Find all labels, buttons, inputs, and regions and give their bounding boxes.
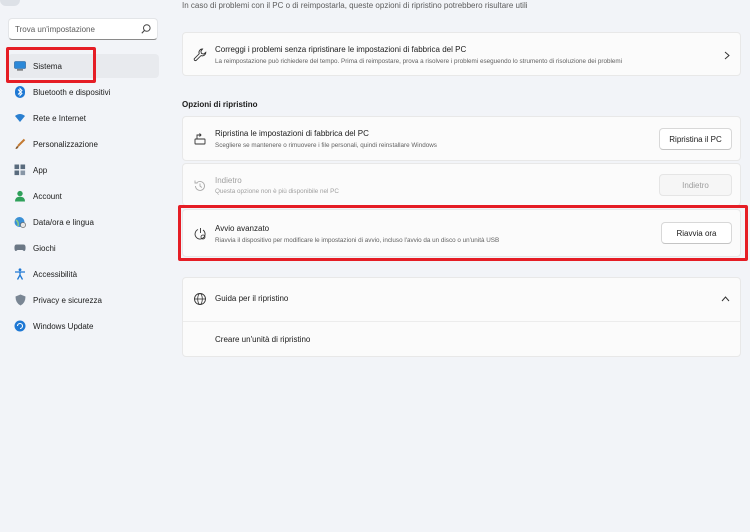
accessibility-icon (14, 268, 26, 280)
sidebar-item-label: Rete e Internet (33, 113, 86, 123)
fix-card-title: Correggi i problemi senza ripristinare l… (215, 45, 467, 54)
shield-icon (14, 294, 26, 306)
sidebar-item-bluetooth[interactable]: Bluetooth e dispositivi (8, 80, 159, 104)
help-card-title: Guida per il ripristino (215, 294, 289, 303)
help-card-header[interactable]: Guida per il ripristino (183, 278, 740, 321)
search-icon[interactable] (140, 23, 152, 35)
recovery-help-card: Guida per il ripristino Creare un'unità … (182, 277, 741, 357)
reset-card-title: Ripristina le impostazioni di fabbrica d… (215, 129, 369, 138)
sidebar-item-label: Privacy e sicurezza (33, 295, 102, 305)
go-back-card: Indietro Questa opzione non è più dispon… (182, 163, 741, 206)
avatar (0, 0, 20, 6)
sidebar-item-personalizzazione[interactable]: Personalizzazione (8, 132, 159, 156)
sidebar-item-label: Data/ora e lingua (33, 217, 94, 227)
search-box[interactable] (8, 18, 158, 40)
sidebar-nav: Sistema Bluetooth e dispositivi Rete e I… (8, 54, 159, 340)
sidebar-item-data-ora[interactable]: Data/ora e lingua (8, 210, 159, 234)
sidebar-item-rete[interactable]: Rete e Internet (8, 106, 159, 130)
reset-card-desc: Scegliere se mantenere o rimuovere i fil… (215, 142, 437, 149)
sidebar-item-accessibilita[interactable]: Accessibilità (8, 262, 159, 286)
divider (183, 321, 740, 322)
chevron-right-icon[interactable] (724, 51, 730, 60)
back-button[interactable]: Indietro (659, 174, 732, 196)
reset-pc-card: Ripristina le impostazioni di fabbrica d… (182, 116, 741, 161)
wrench-icon (193, 48, 207, 62)
apps-icon (14, 164, 26, 176)
account-icon (14, 190, 26, 202)
highlight-avvio-avanzato (178, 205, 748, 261)
globe-icon (194, 293, 206, 305)
fix-problems-card[interactable]: Correggi i problemi senza ripristinare l… (182, 32, 741, 76)
sidebar-item-privacy[interactable]: Privacy e sicurezza (8, 288, 159, 312)
create-recovery-drive-link[interactable]: Creare un'unità di ripristino (215, 335, 310, 344)
sidebar-item-label: Windows Update (33, 321, 94, 331)
back-card-desc: Questa opzione non è più disponibile nel… (215, 188, 339, 195)
highlight-sistema (6, 47, 96, 83)
sidebar-item-label: App (33, 165, 48, 175)
update-icon (14, 320, 26, 332)
sidebar-item-app[interactable]: App (8, 158, 159, 182)
history-icon (194, 180, 205, 191)
sidebar-item-account[interactable]: Account (8, 184, 159, 208)
wifi-icon (14, 112, 26, 124)
sidebar-item-giochi[interactable]: Giochi (8, 236, 159, 260)
intro-text: In caso di problemi con il PC o di reimp… (182, 1, 528, 10)
bluetooth-icon (14, 86, 26, 98)
chevron-up-icon[interactable] (721, 296, 730, 302)
reset-pc-button[interactable]: Ripristina il PC (659, 128, 732, 150)
sidebar-item-label: Account (33, 191, 62, 201)
search-input[interactable] (9, 19, 135, 40)
globe-clock-icon (14, 216, 26, 228)
section-title: Opzioni di ripristino (182, 100, 258, 109)
brush-icon (14, 138, 26, 150)
sidebar-item-label: Accessibilità (33, 269, 78, 279)
gamepad-icon (14, 242, 26, 254)
sidebar-item-label: Giochi (33, 243, 56, 253)
sidebar-item-windows-update[interactable]: Windows Update (8, 314, 159, 338)
fix-card-desc: La reimpostazione può richiedere del tem… (215, 58, 623, 65)
back-card-title: Indietro (215, 176, 242, 185)
reset-pc-icon (194, 133, 206, 145)
sidebar-item-label: Bluetooth e dispositivi (33, 87, 111, 97)
sidebar-item-label: Personalizzazione (33, 139, 98, 149)
